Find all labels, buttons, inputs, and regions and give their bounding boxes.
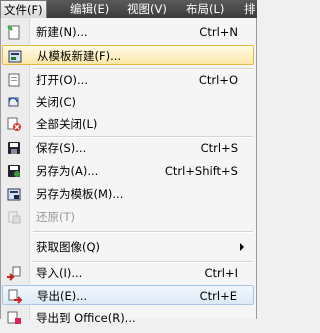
menu-arrange[interactable]: 排 <box>241 0 259 18</box>
menu-item-label: 关闭(C) <box>36 95 77 109</box>
menu-item-shortcut: Ctrl+N <box>199 25 238 39</box>
menu-view[interactable]: 视图(V) <box>124 0 170 18</box>
menu-edit[interactable]: 编辑(E) <box>67 0 112 18</box>
menu-item-label: 还原(T) <box>36 210 75 224</box>
menu-item-shortcut: Ctrl+O <box>198 73 238 87</box>
menu-item-import[interactable]: 导入(I)... Ctrl+I <box>2 263 254 283</box>
menu-item-new-from-template[interactable]: 从模板新建(F)... <box>2 45 254 65</box>
export-icon <box>7 288 23 304</box>
menu-item-label: 从模板新建(F)... <box>37 49 122 63</box>
menu-bar: 文件(F) 编辑(E) 视图(V) 布局(L) 排 <box>0 0 257 18</box>
menu-item-close[interactable]: 关闭(C) <box>2 92 254 112</box>
menu-item-shortcut: Ctrl+S <box>200 141 238 155</box>
menu-item-label: 导出到 Office(R)... <box>36 311 136 325</box>
menu-separator <box>33 231 253 233</box>
new-document-icon <box>6 24 22 40</box>
submenu-arrow-icon <box>240 243 244 251</box>
menu-item-label: 打开(O)... <box>36 73 88 87</box>
file-dropdown-menu: 新建(N)... Ctrl+N 从模板新建(F)... 打开(O)... Ctr… <box>0 18 257 325</box>
menu-item-label: 获取图像(Q) <box>36 240 101 254</box>
menu-item-shortcut: Ctrl+Shift+S <box>164 164 238 178</box>
menu-item-close-all[interactable]: 全部关闭(L) <box>2 114 254 134</box>
revert-icon <box>6 209 22 225</box>
menu-item-label: 导出(E)... <box>37 289 88 303</box>
export-office-icon <box>6 310 22 326</box>
import-icon <box>6 265 22 281</box>
menu-item-save[interactable]: 保存(S)... Ctrl+S <box>2 138 254 158</box>
menu-item-label: 保存(S)... <box>36 141 87 155</box>
menu-file[interactable]: 文件(F) <box>0 0 47 18</box>
open-folder-icon <box>6 72 22 88</box>
save-as-template-icon <box>6 186 22 202</box>
menu-item-open[interactable]: 打开(O)... Ctrl+O <box>2 70 254 90</box>
menu-item-label: 另存为(A)... <box>36 164 99 178</box>
menu-item-revert: 还原(T) <box>2 207 254 227</box>
menu-item-export-office[interactable]: 导出到 Office(R)... <box>2 308 254 328</box>
menu-item-label: 另存为模板(M)... <box>36 187 124 201</box>
menu-item-acquire-image[interactable]: 获取图像(Q) <box>2 237 254 257</box>
menu-item-shortcut: Ctrl+E <box>199 289 237 303</box>
menu-item-label: 导入(I)... <box>36 266 83 280</box>
menu-item-save-as[interactable]: 另存为(A)... Ctrl+Shift+S <box>2 161 254 181</box>
menu-item-label: 新建(N)... <box>36 25 88 39</box>
menu-item-label: 全部关闭(L) <box>36 117 98 131</box>
close-all-icon <box>6 116 22 132</box>
save-as-icon <box>6 163 22 179</box>
save-icon <box>6 140 22 156</box>
menu-layout[interactable]: 布局(L) <box>183 0 227 18</box>
menu-item-new[interactable]: 新建(N)... Ctrl+N <box>2 22 254 42</box>
menu-item-save-as-template[interactable]: 另存为模板(M)... <box>2 184 254 204</box>
menu-item-export[interactable]: 导出(E)... Ctrl+E <box>2 285 254 305</box>
close-document-icon <box>6 94 22 110</box>
menu-item-shortcut: Ctrl+I <box>204 266 239 280</box>
new-from-template-icon <box>7 48 23 64</box>
